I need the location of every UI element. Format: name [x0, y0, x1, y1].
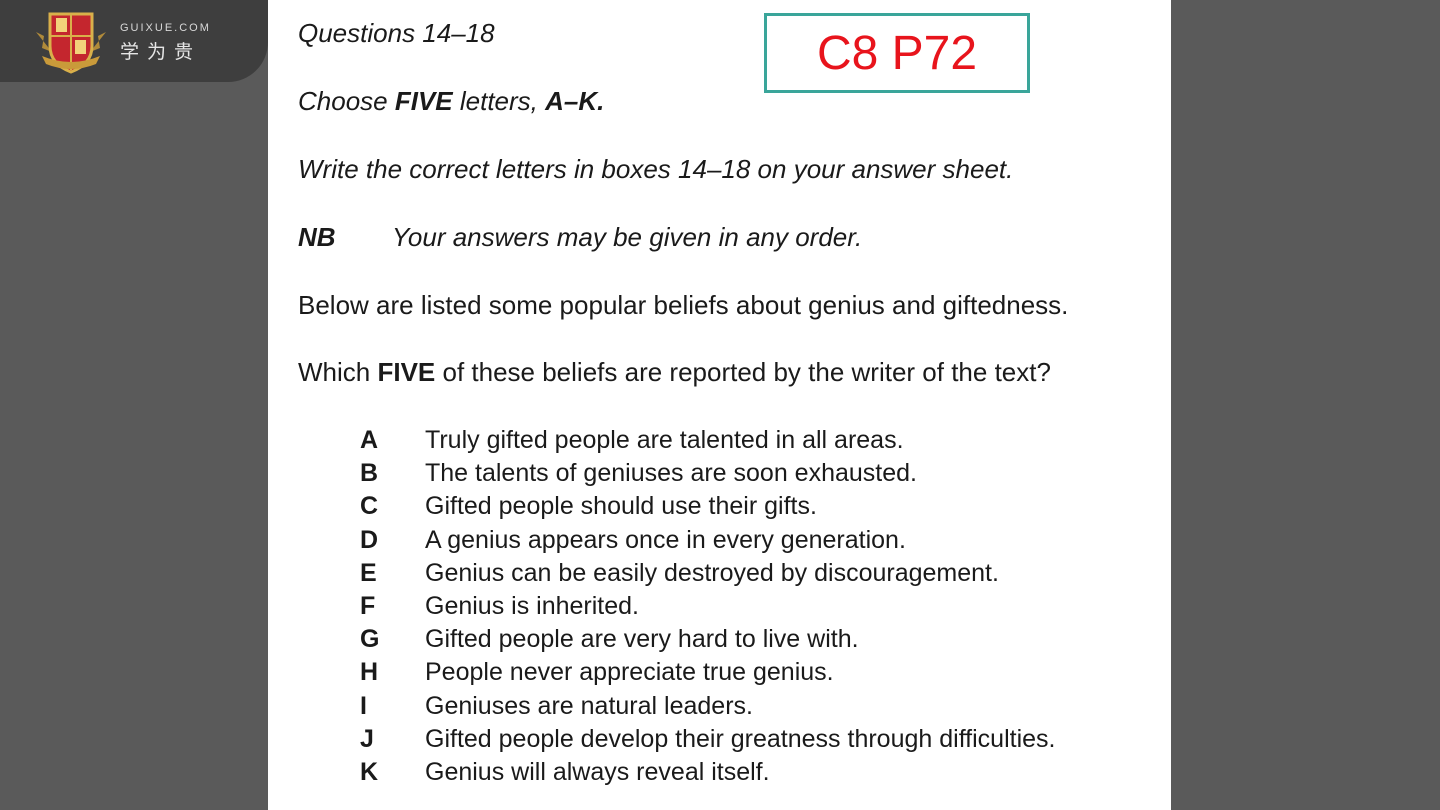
- option-item: F Genius is inherited.: [360, 590, 1056, 623]
- option-text: Geniuses are natural leaders.: [425, 691, 753, 720]
- option-item: D A genius appears once in every generati…: [360, 524, 1056, 557]
- option-text: People never appreciate true genius.: [425, 658, 834, 687]
- option-letter: G: [360, 625, 380, 654]
- option-item: C Gifted people should use their gifts.: [360, 490, 1056, 523]
- option-text: Genius is inherited.: [425, 592, 640, 621]
- questions-title: Questions 14–18: [298, 18, 495, 48]
- choose-instruction: Choose FIVE letters, A–K.: [298, 86, 604, 117]
- options-list: A Truly gifted people are talented in all…: [360, 424, 1056, 789]
- instruction-mid: letters,: [452, 86, 546, 116]
- option-letter: C: [360, 492, 379, 521]
- option-text: Genius can be easily destroyed by discou…: [425, 558, 999, 587]
- document-page: Questions 14–18 Choose FIVE letters, A–K…: [268, 0, 1171, 810]
- option-text: Gifted people should use their gifts.: [425, 492, 817, 521]
- reference-label: C8 P72: [816, 26, 978, 80]
- option-letter: H: [360, 658, 379, 687]
- option-item: H People never appreciate true genius.: [360, 656, 1056, 689]
- which-post: of these beliefs are reported by the wri…: [435, 357, 1051, 387]
- option-item: E Genius can be easily destroyed by disco…: [360, 557, 1056, 590]
- option-letter: J: [360, 724, 374, 753]
- option-item: B The talents of geniuses are soon exhaus…: [360, 457, 1056, 490]
- option-letter: A: [360, 426, 379, 455]
- option-letter: F: [360, 592, 376, 621]
- which-pre: Which: [298, 357, 378, 387]
- option-letter: B: [360, 459, 379, 488]
- shield-logo-icon: [36, 12, 106, 74]
- option-text: The talents of geniuses are soon exhaust…: [425, 459, 917, 488]
- option-letter: E: [360, 558, 377, 587]
- option-text: A genius appears once in every generatio…: [425, 525, 906, 554]
- below-text: Below are listed some popular beliefs ab…: [298, 290, 1069, 320]
- option-letter: K: [360, 757, 379, 786]
- option-item: J Gifted people develop their greatness t…: [360, 723, 1056, 756]
- option-text: Gifted people are very hard to live with…: [425, 625, 859, 654]
- option-text: Genius will always reveal itself.: [425, 757, 770, 786]
- instruction-bold-five: FIVE: [394, 86, 453, 116]
- which-question: Which FIVE of these beliefs are reported…: [298, 357, 1051, 388]
- option-item: A Truly gifted people are talented in all…: [360, 424, 1056, 457]
- option-item: G Gifted people are very hard to live wit…: [360, 623, 1056, 656]
- option-item: K Genius will always reveal itself.: [360, 756, 1056, 789]
- option-text: Truly gifted people are talented in all …: [425, 426, 904, 455]
- logo-banner: GUIXUE.COM 学为贵: [0, 0, 268, 82]
- option-letter: I: [360, 691, 367, 720]
- option-text: Gifted people develop their greatness th…: [425, 724, 1056, 753]
- reference-box: C8 P72: [764, 13, 1030, 93]
- logo-site-text: GUIXUE.COM: [120, 22, 211, 34]
- instruction-pre: Choose: [298, 86, 395, 116]
- instruction-bold-range: A–K.: [545, 86, 605, 116]
- which-bold: FIVE: [377, 357, 436, 387]
- write-instruction: Write the correct letters in boxes 14–18…: [298, 154, 1014, 184]
- option-letter: D: [360, 525, 379, 554]
- nb-note: NB Your answers may be given in any order…: [298, 222, 862, 253]
- option-item: I Geniuses are natural leaders.: [360, 690, 1056, 723]
- logo-name-text: 学为贵: [120, 42, 202, 63]
- nb-label: NB: [298, 222, 336, 252]
- nb-text: Your answers may be given in any order.: [392, 222, 863, 252]
